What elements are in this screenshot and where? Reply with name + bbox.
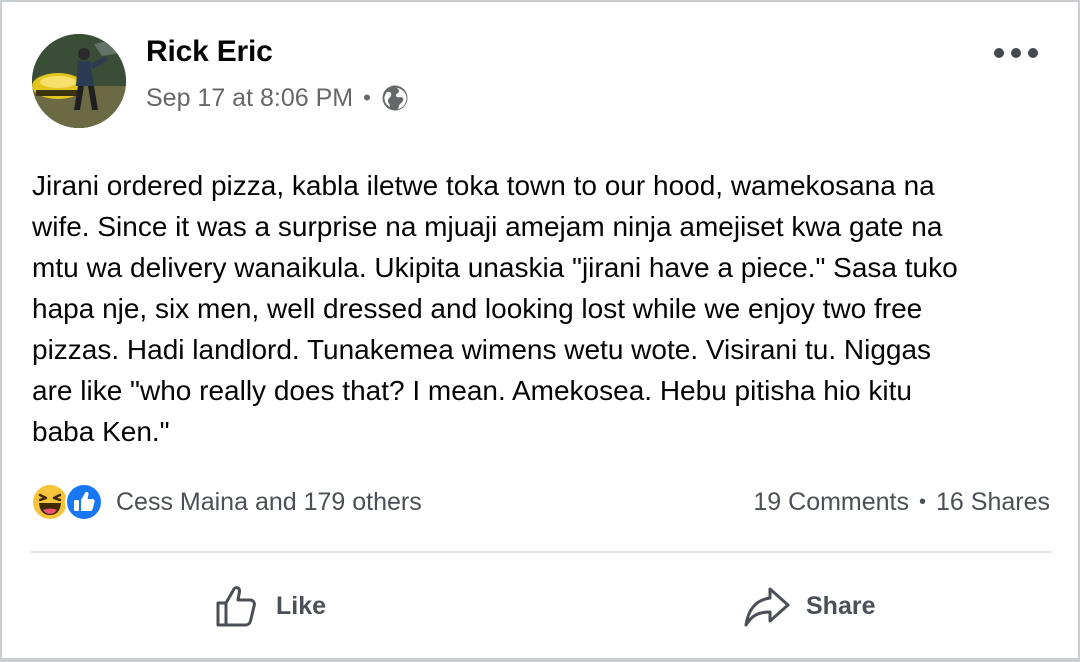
divider <box>30 551 1052 553</box>
author-name[interactable]: Rick Eric <box>146 35 273 69</box>
globe-icon <box>381 84 409 112</box>
post-card: Rick Eric Sep 17 at 8:06 PM • Jirani ord… <box>2 2 1078 658</box>
reaction-summary-text: Cess Maina and 179 others <box>116 487 422 516</box>
engagement-counts: 19 Comments • 16 Shares <box>753 482 1050 522</box>
post-text: Jirani ordered pizza, kabla iletwe toka … <box>32 170 958 447</box>
avatar-photo <box>32 34 126 128</box>
more-dot <box>994 48 1004 58</box>
more-dot <box>1011 48 1021 58</box>
post-meta: Sep 17 at 8:06 PM • <box>146 82 409 114</box>
like-reaction-icon <box>64 482 104 522</box>
like-button[interactable]: Like <box>212 578 326 634</box>
like-label: Like <box>276 591 327 620</box>
thumbs-up-icon <box>212 581 262 631</box>
share-button[interactable]: Share <box>742 578 875 634</box>
shares-count[interactable]: 16 Shares <box>936 488 1050 517</box>
more-dot <box>1028 48 1038 58</box>
avatar[interactable] <box>32 34 126 128</box>
counts-separator: • <box>919 490 927 513</box>
share-label: Share <box>806 591 876 620</box>
meta-separator: • <box>363 85 371 110</box>
reaction-summary[interactable]: Cess Maina and 179 others <box>30 482 422 522</box>
share-arrow-icon <box>742 581 792 631</box>
post-timestamp[interactable]: Sep 17 at 8:06 PM <box>146 84 353 113</box>
comments-count[interactable]: 19 Comments <box>753 488 909 517</box>
more-options-icon[interactable] <box>994 38 1038 68</box>
reaction-icons <box>30 482 104 522</box>
